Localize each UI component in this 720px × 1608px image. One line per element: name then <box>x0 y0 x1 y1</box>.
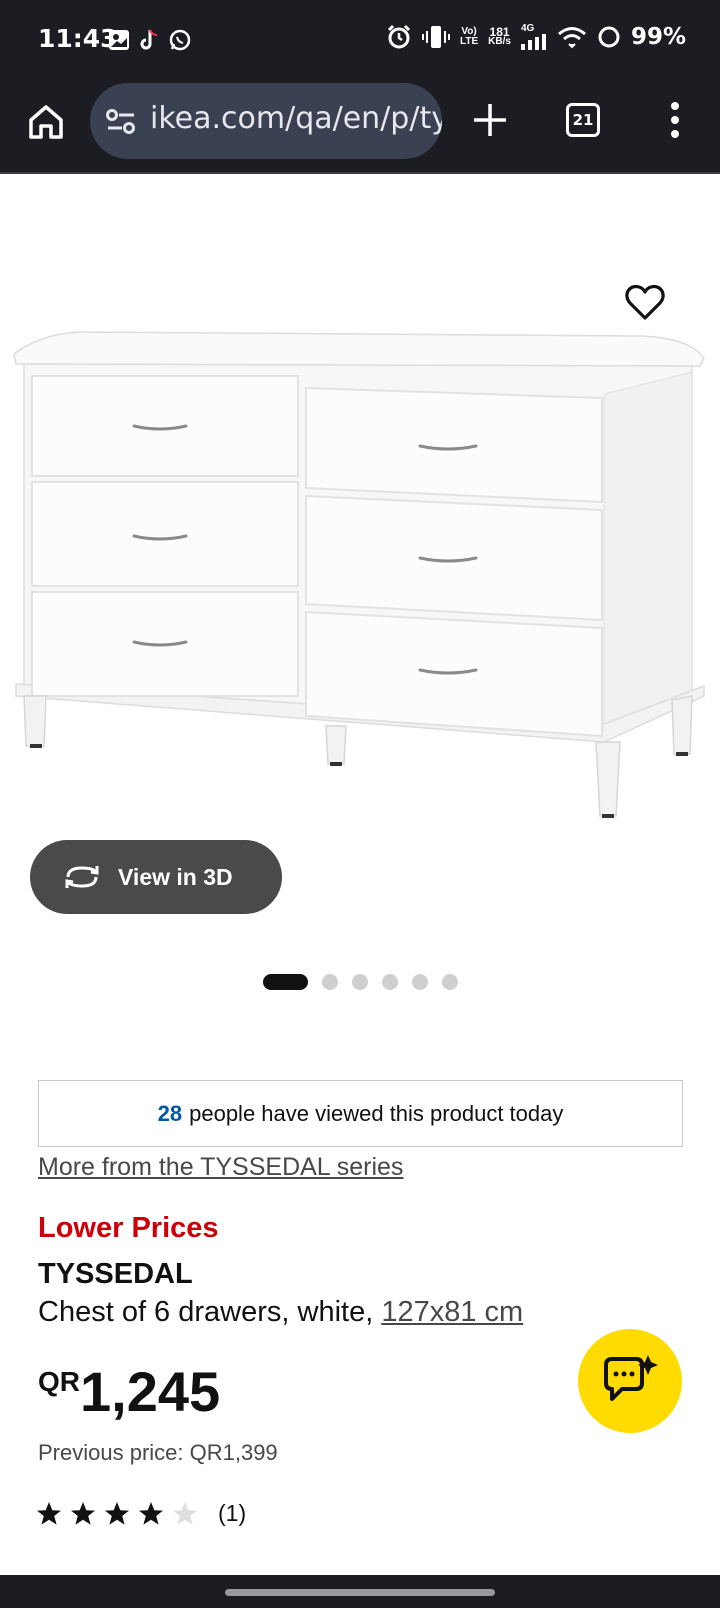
signal-indicator: 4G <box>520 24 547 50</box>
views-count: 28 <box>157 1100 183 1126</box>
star-filled-icon <box>37 1501 61 1525</box>
net-speed: 181 KB/s <box>488 25 511 47</box>
view-in-3d-label: View in 3D <box>118 863 233 890</box>
wifi-icon <box>557 27 586 49</box>
left-drawers <box>31 375 299 697</box>
ai-chat-button[interactable] <box>578 1329 682 1433</box>
browser-toolbar: ikea.com/qa/en/p/tyssedal 21 <box>0 80 720 174</box>
previous-price: Previous price: QR1,399 <box>38 1440 278 1465</box>
carousel-dot[interactable] <box>352 974 368 990</box>
view-in-3d-button[interactable]: View in 3D <box>30 840 282 914</box>
rotate-3d-icon <box>65 866 99 888</box>
notification-icons <box>108 28 192 52</box>
series-link[interactable]: More from the TYSSEDAL series <box>38 1153 403 1182</box>
favorite-heart-icon[interactable] <box>622 280 668 326</box>
product-size-link[interactable]: 127x81 cm <box>381 1296 523 1328</box>
rating-count[interactable]: (1) <box>218 1500 246 1527</box>
signal-icon <box>520 34 546 50</box>
star-empty-icon <box>173 1501 197 1525</box>
product-rating[interactable]: (1) <box>36 1500 246 1527</box>
carousel-dot-active[interactable] <box>263 974 308 990</box>
status-bar: 11:43 Vo) LTE 181 KB/s 4G 99% <box>0 0 720 80</box>
product-description: Chest of 6 drawers, white, 127x81 cm <box>38 1296 523 1329</box>
whatsapp-icon <box>169 29 191 51</box>
carousel-indicator <box>263 974 458 990</box>
battery-level: 99% <box>630 24 686 50</box>
product-price: QR 1,245 <box>38 1362 220 1422</box>
price-amount: 1,245 <box>80 1360 221 1423</box>
home-icon[interactable] <box>26 102 66 142</box>
alarm-icon <box>387 24 411 49</box>
carousel-dot[interactable] <box>322 974 338 990</box>
rating-stars <box>36 1501 198 1527</box>
tab-switcher-button[interactable]: 21 <box>566 103 600 137</box>
star-filled-icon <box>71 1501 95 1525</box>
star-filled-icon <box>105 1501 129 1525</box>
price-currency: QR <box>38 1366 80 1397</box>
gesture-handle[interactable] <box>225 1589 495 1596</box>
views-text: people have viewed this product today <box>189 1100 564 1126</box>
carousel-dot[interactable] <box>382 974 398 990</box>
chat-sparkle-icon <box>604 1355 658 1401</box>
system-icons: Vo) LTE 181 KB/s 4G 99% <box>386 24 686 50</box>
status-time: 11:43 <box>38 24 118 53</box>
views-today-banner: 28 people have viewed this product today <box>38 1080 683 1147</box>
url-text[interactable]: ikea.com/qa/en/p/tyssedal <box>150 101 442 136</box>
volte-indicator: Vo) LTE <box>459 26 479 47</box>
product-image[interactable] <box>0 176 720 856</box>
lower-prices-badge: Lower Prices <box>38 1212 219 1244</box>
site-settings-icon[interactable] <box>106 109 136 135</box>
more-menu-icon[interactable] <box>665 100 685 140</box>
tiktok-icon <box>140 29 158 50</box>
battery-icon <box>598 26 620 48</box>
address-bar[interactable]: ikea.com/qa/en/p/tyssedal <box>90 83 442 159</box>
carousel-dot[interactable] <box>442 974 458 990</box>
product-description-text: Chest of 6 drawers, white, <box>38 1296 374 1328</box>
gallery-icon <box>109 30 129 50</box>
product-name: TYSSEDAL <box>38 1258 193 1290</box>
new-tab-icon[interactable] <box>470 100 510 140</box>
star-filled-icon <box>139 1501 163 1525</box>
system-nav-bar <box>0 1575 720 1608</box>
tab-count: 21 <box>572 111 594 129</box>
carousel-dot[interactable] <box>412 974 428 990</box>
vibrate-icon <box>421 26 450 48</box>
